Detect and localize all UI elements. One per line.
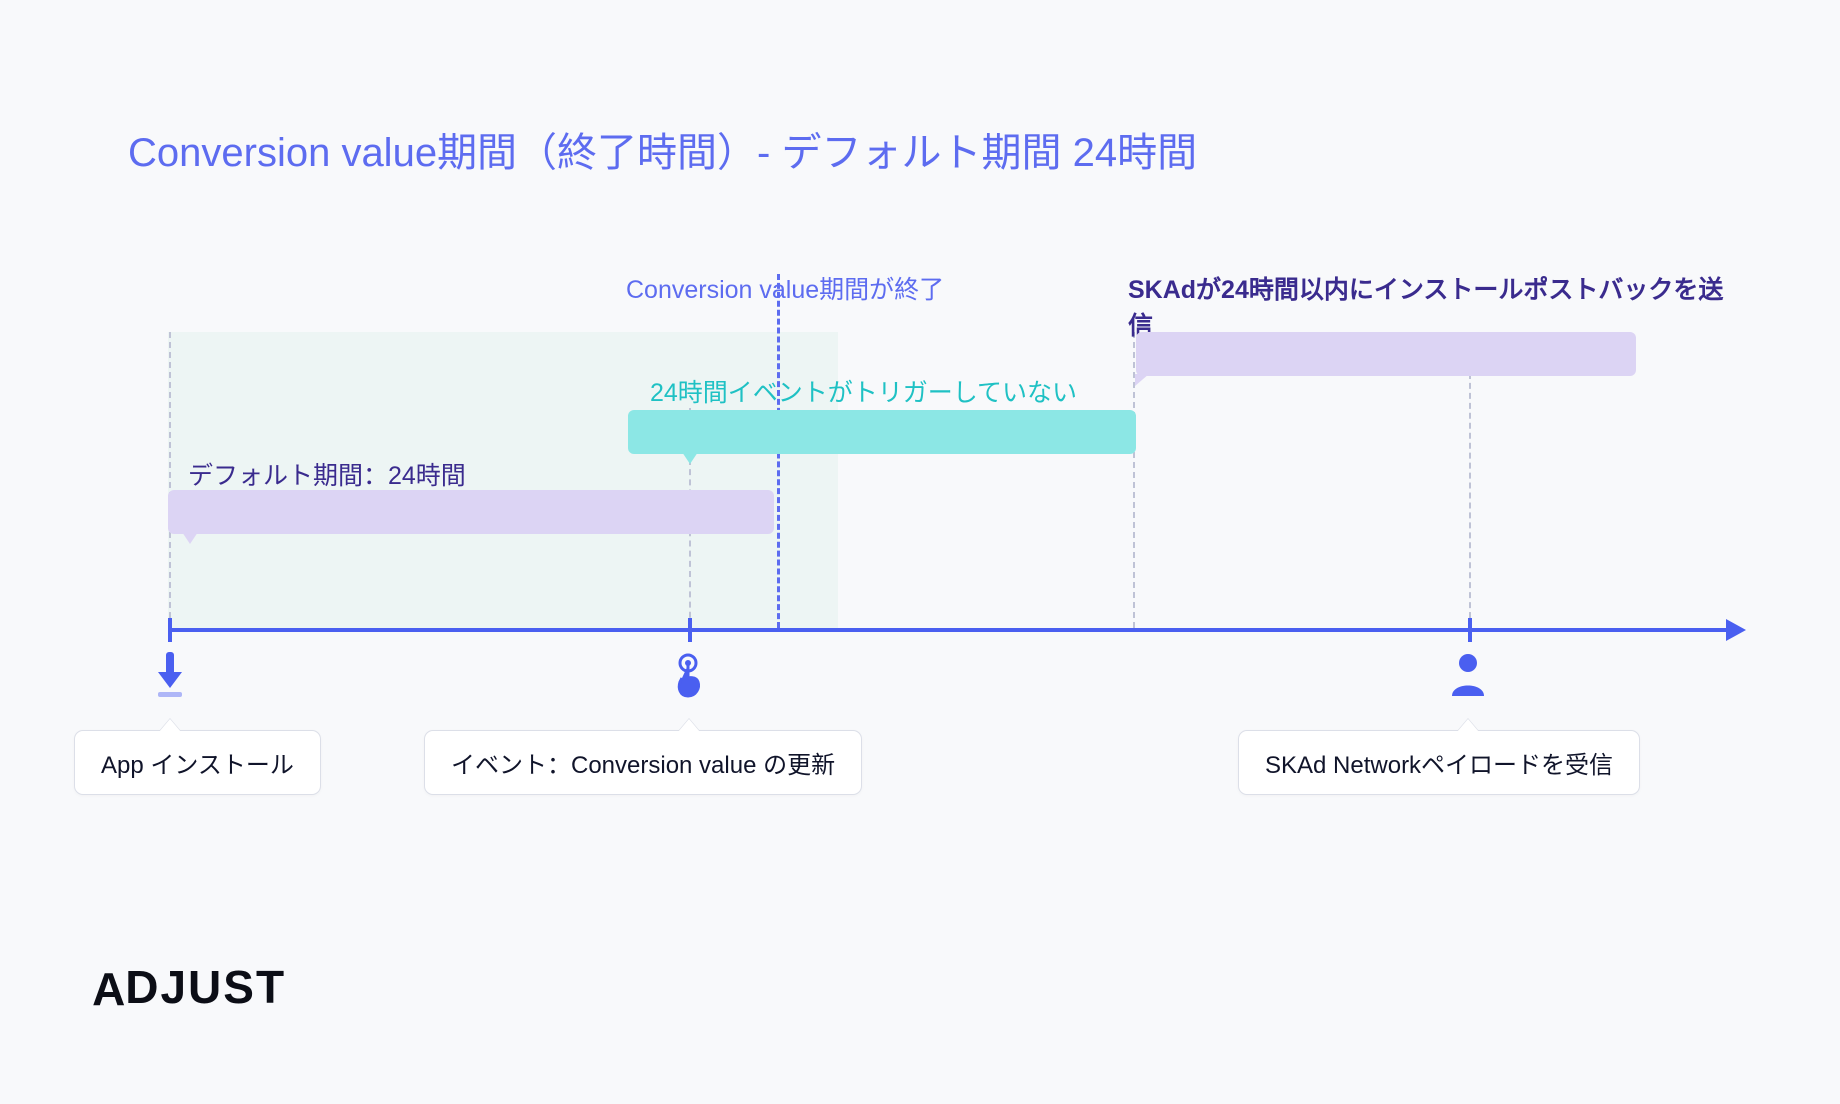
dash-payload bbox=[1469, 363, 1471, 628]
tick-payload bbox=[1468, 618, 1472, 642]
tick-cv-update bbox=[688, 618, 692, 642]
label-default-period: デフォルト期間：24時間 bbox=[188, 456, 466, 492]
dash-install bbox=[169, 332, 171, 628]
timeline-axis bbox=[168, 628, 1728, 632]
adjust-logo: AADJUSTDJUST bbox=[90, 960, 286, 1014]
tick-install bbox=[168, 618, 172, 642]
label-cv-window-end: Conversion value期間が終了 bbox=[626, 270, 944, 306]
diagram-title: Conversion value期間（終了時間）- デフォルト期間 24時間 bbox=[128, 120, 1197, 178]
touch-icon bbox=[664, 650, 712, 703]
timeline-diagram: Conversion value期間が終了 SKAdが24時間以内にインストール… bbox=[128, 310, 1728, 770]
person-icon bbox=[1444, 650, 1492, 703]
pill-payload-received: SKAd Networkペイロードを受信 bbox=[1238, 730, 1640, 795]
pill-app-install: App インストール bbox=[74, 730, 321, 795]
bar-skad-postback-window bbox=[1136, 332, 1636, 376]
bar-default-period bbox=[168, 490, 774, 534]
download-icon bbox=[146, 650, 194, 703]
pill-cv-update: イベント：Conversion value の更新 bbox=[424, 730, 862, 795]
label-no-event: 24時間イベントがトリガーしていない bbox=[650, 373, 1077, 409]
bar-no-event-24h bbox=[628, 410, 1136, 454]
